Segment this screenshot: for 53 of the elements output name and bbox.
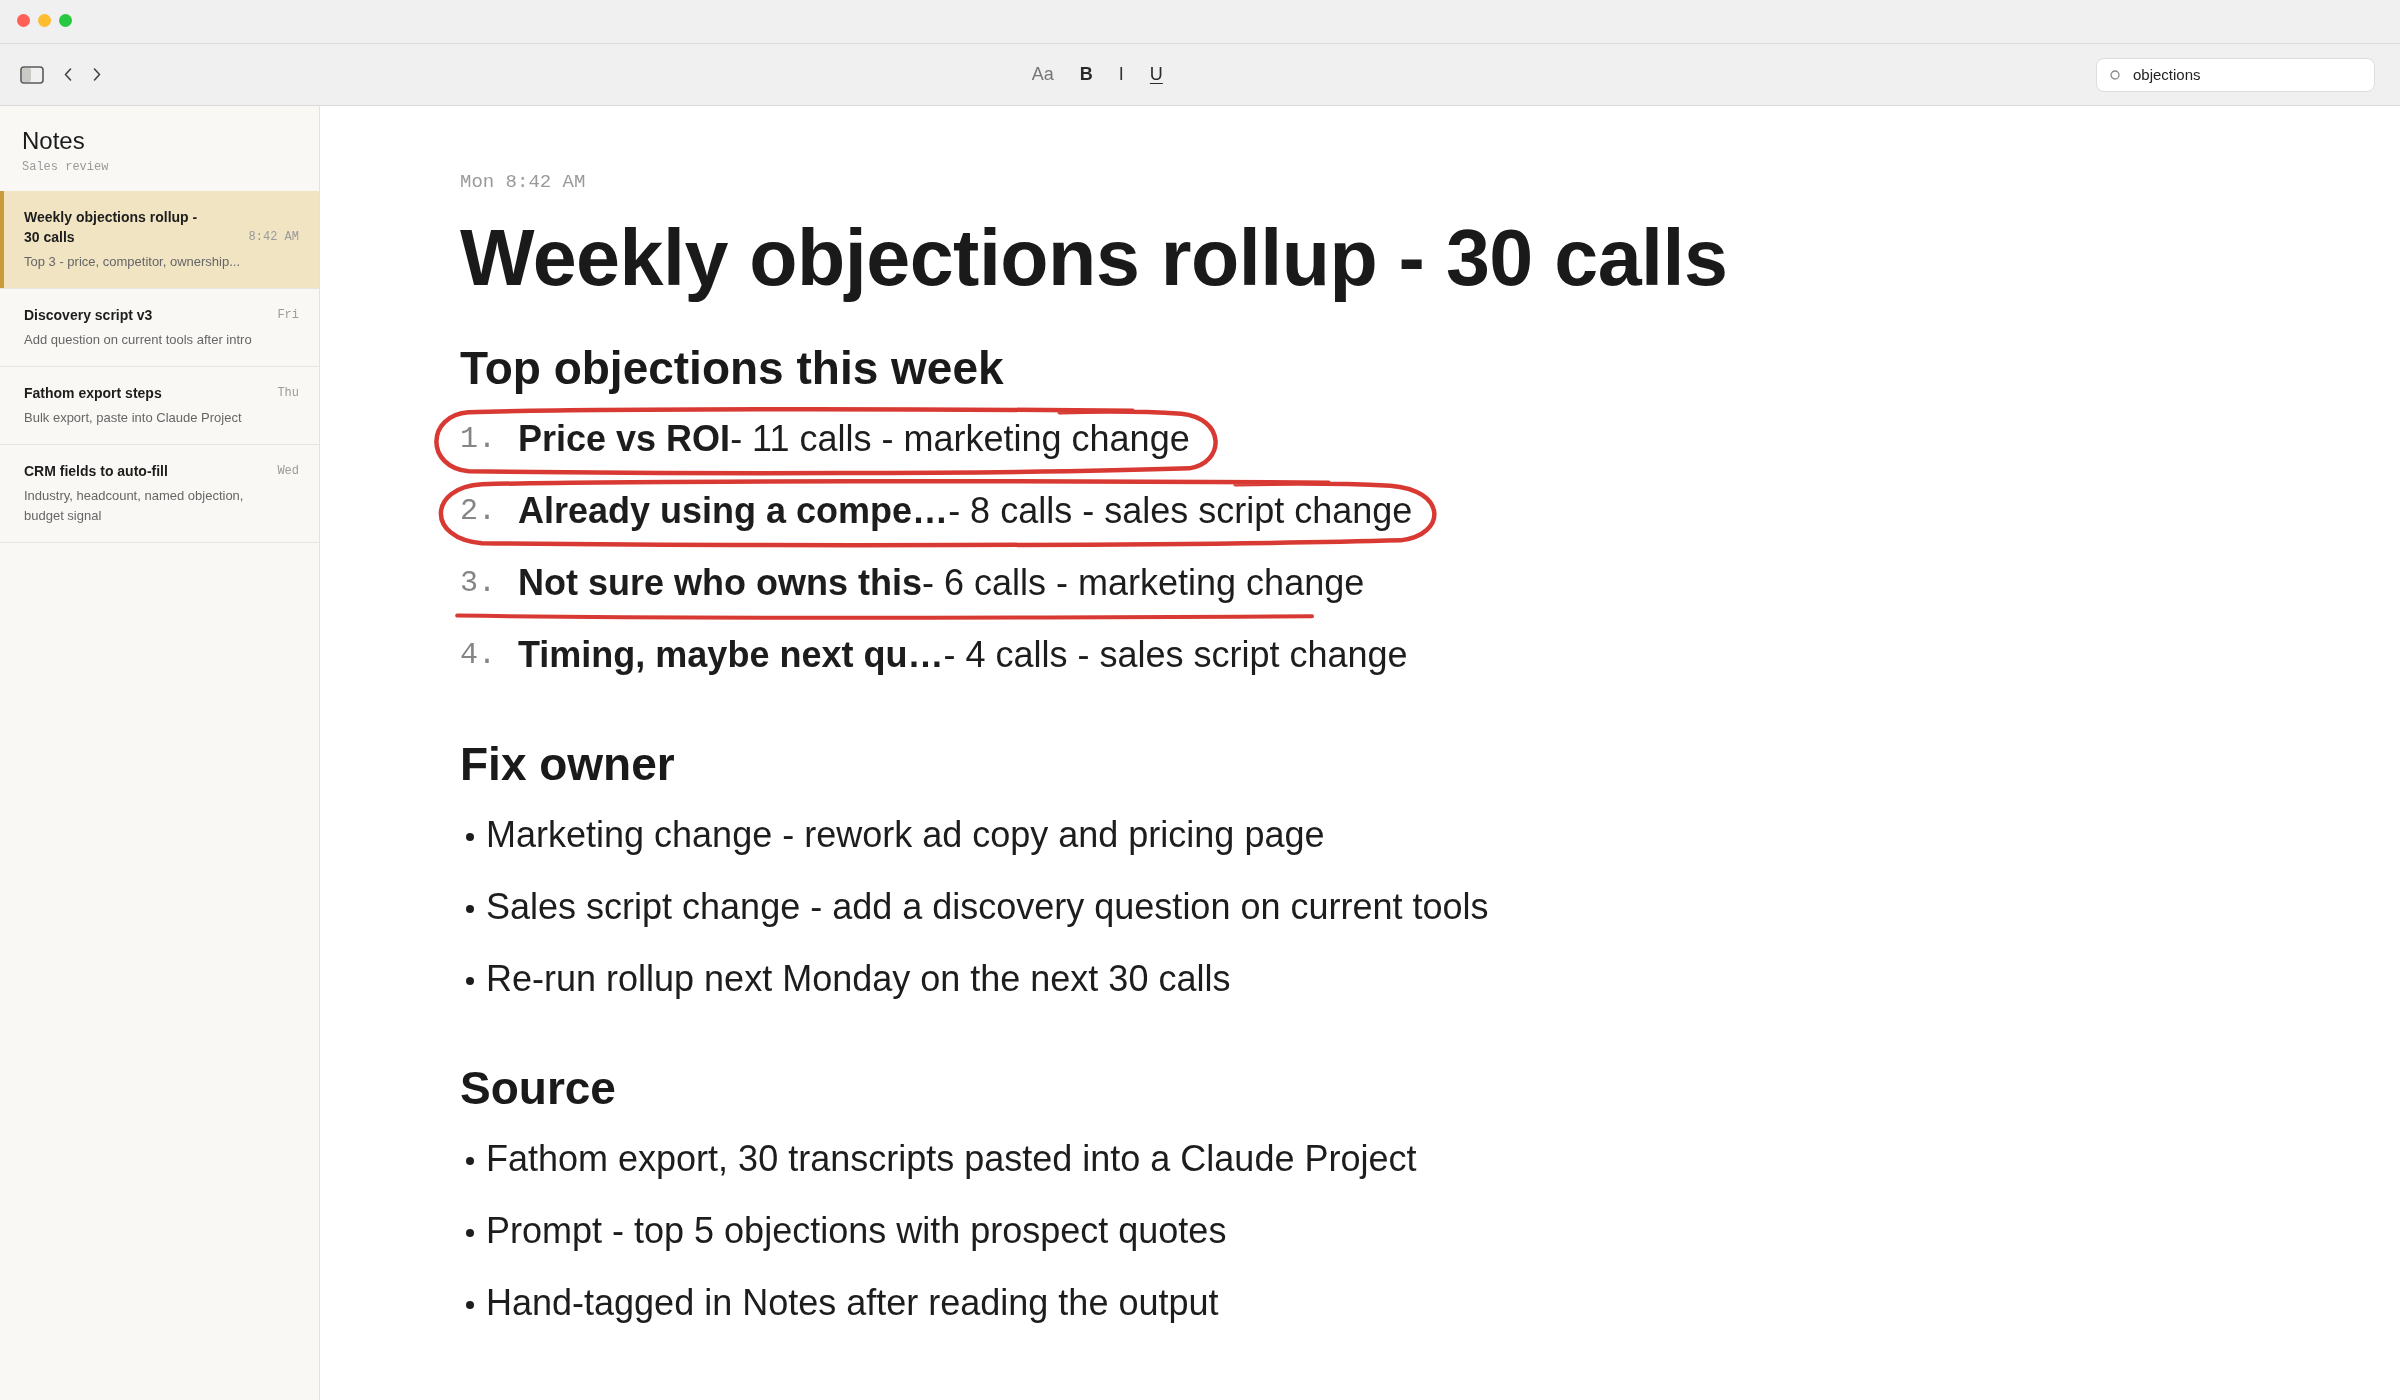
chevron-right-icon[interactable] — [93, 68, 101, 81]
list-item-text: Hand-tagged in Notes after reading the output — [486, 1281, 1219, 1325]
list-item-text: Prompt - top 5 objections with prospect quotes — [486, 1209, 1227, 1253]
list-item-text: Marketing change - rework ad copy and pricing page — [486, 813, 1325, 857]
list-item-text: Timing, maybe next qu…- 4 calls - sales script change — [518, 633, 1408, 677]
note-title: Fathom export steps — [24, 384, 162, 403]
sidebar-title: Notes — [22, 126, 86, 156]
note-preview: Top 3 - price, competitor, ownership... — [24, 253, 242, 271]
bullet-icon — [466, 1229, 474, 1237]
list-number: 1. — [460, 422, 497, 456]
sidebar-subtitle: Sales review — [22, 159, 110, 175]
window-close-button[interactable] — [17, 14, 30, 27]
section-heading: Fix owner — [460, 737, 676, 792]
bullet-icon — [466, 1157, 474, 1165]
section-heading: Source — [460, 1061, 617, 1116]
bold-button[interactable]: B — [1074, 61, 1098, 88]
list-number: 4. — [460, 638, 497, 672]
note-date: Mon 8:42 AM — [460, 170, 587, 194]
note-title: CRM fields to auto-fill — [24, 462, 168, 481]
note-list-item[interactable]: Discovery script v3 Fri Add question on current tools after intro — [0, 289, 319, 367]
chevron-left-icon[interactable] — [64, 68, 72, 81]
note-preview: Industry, headcount, named objection, budget signal — [24, 487, 245, 525]
italic-button[interactable]: I — [1113, 61, 1129, 88]
note-list-item[interactable]: Weekly objections rollup - 30 calls 8:42 AM Top 3 - price, competitor, ownership... — [0, 191, 319, 289]
bullet-icon — [466, 905, 474, 913]
underline-button[interactable]: U — [1144, 61, 1168, 88]
search-icon — [2110, 69, 2120, 80]
bullet-icon — [466, 833, 474, 841]
note-preview: Add question on current tools after intro — [24, 331, 253, 349]
note-time: Wed — [277, 463, 299, 480]
bullet-icon — [466, 977, 474, 985]
list-item-text: Price vs ROI- 11 calls - marketing change — [518, 417, 1190, 461]
note-time: Thu — [277, 385, 299, 402]
note-list-item[interactable]: Fathom export steps Thu Bulk export, paste into Claude Project — [0, 367, 319, 445]
note-heading: Weekly objections rollup - 30 calls — [460, 212, 1729, 304]
note-title: Discovery script v3 — [24, 306, 153, 325]
sidebar-toggle-icon[interactable] — [20, 65, 44, 84]
font-style-button[interactable]: Aa — [1026, 61, 1059, 88]
note-preview: Bulk export, paste into Claude Project — [24, 409, 243, 427]
note-title: Weekly objections rollup - 30 calls — [24, 208, 199, 247]
list-item-text: Fathom export, 30 transcripts pasted into a Claude Project — [486, 1137, 1417, 1181]
list-number: 2. — [460, 494, 497, 528]
note-list-item[interactable]: CRM fields to auto-fill Wed Industry, headcount, named objection, budget signal — [0, 445, 319, 543]
list-item-text: Already using a compe…- 8 calls - sales script change — [518, 489, 1413, 533]
list-item-text: Not sure who owns this- 6 calls - marketing change — [518, 561, 1365, 605]
note-time: Fri — [277, 307, 299, 324]
search-field[interactable]: objections — [2096, 57, 2375, 92]
bullet-icon — [466, 1301, 474, 1309]
list-number: 3. — [460, 566, 497, 600]
list-item-text: Re-run rollup next Monday on the next 30 calls — [486, 957, 1231, 1001]
list-item-text: Sales script change - add a discovery question on current tools — [486, 885, 1489, 929]
note-time: 8:42 AM — [248, 229, 299, 246]
section-heading: Top objections this week — [460, 341, 1005, 396]
